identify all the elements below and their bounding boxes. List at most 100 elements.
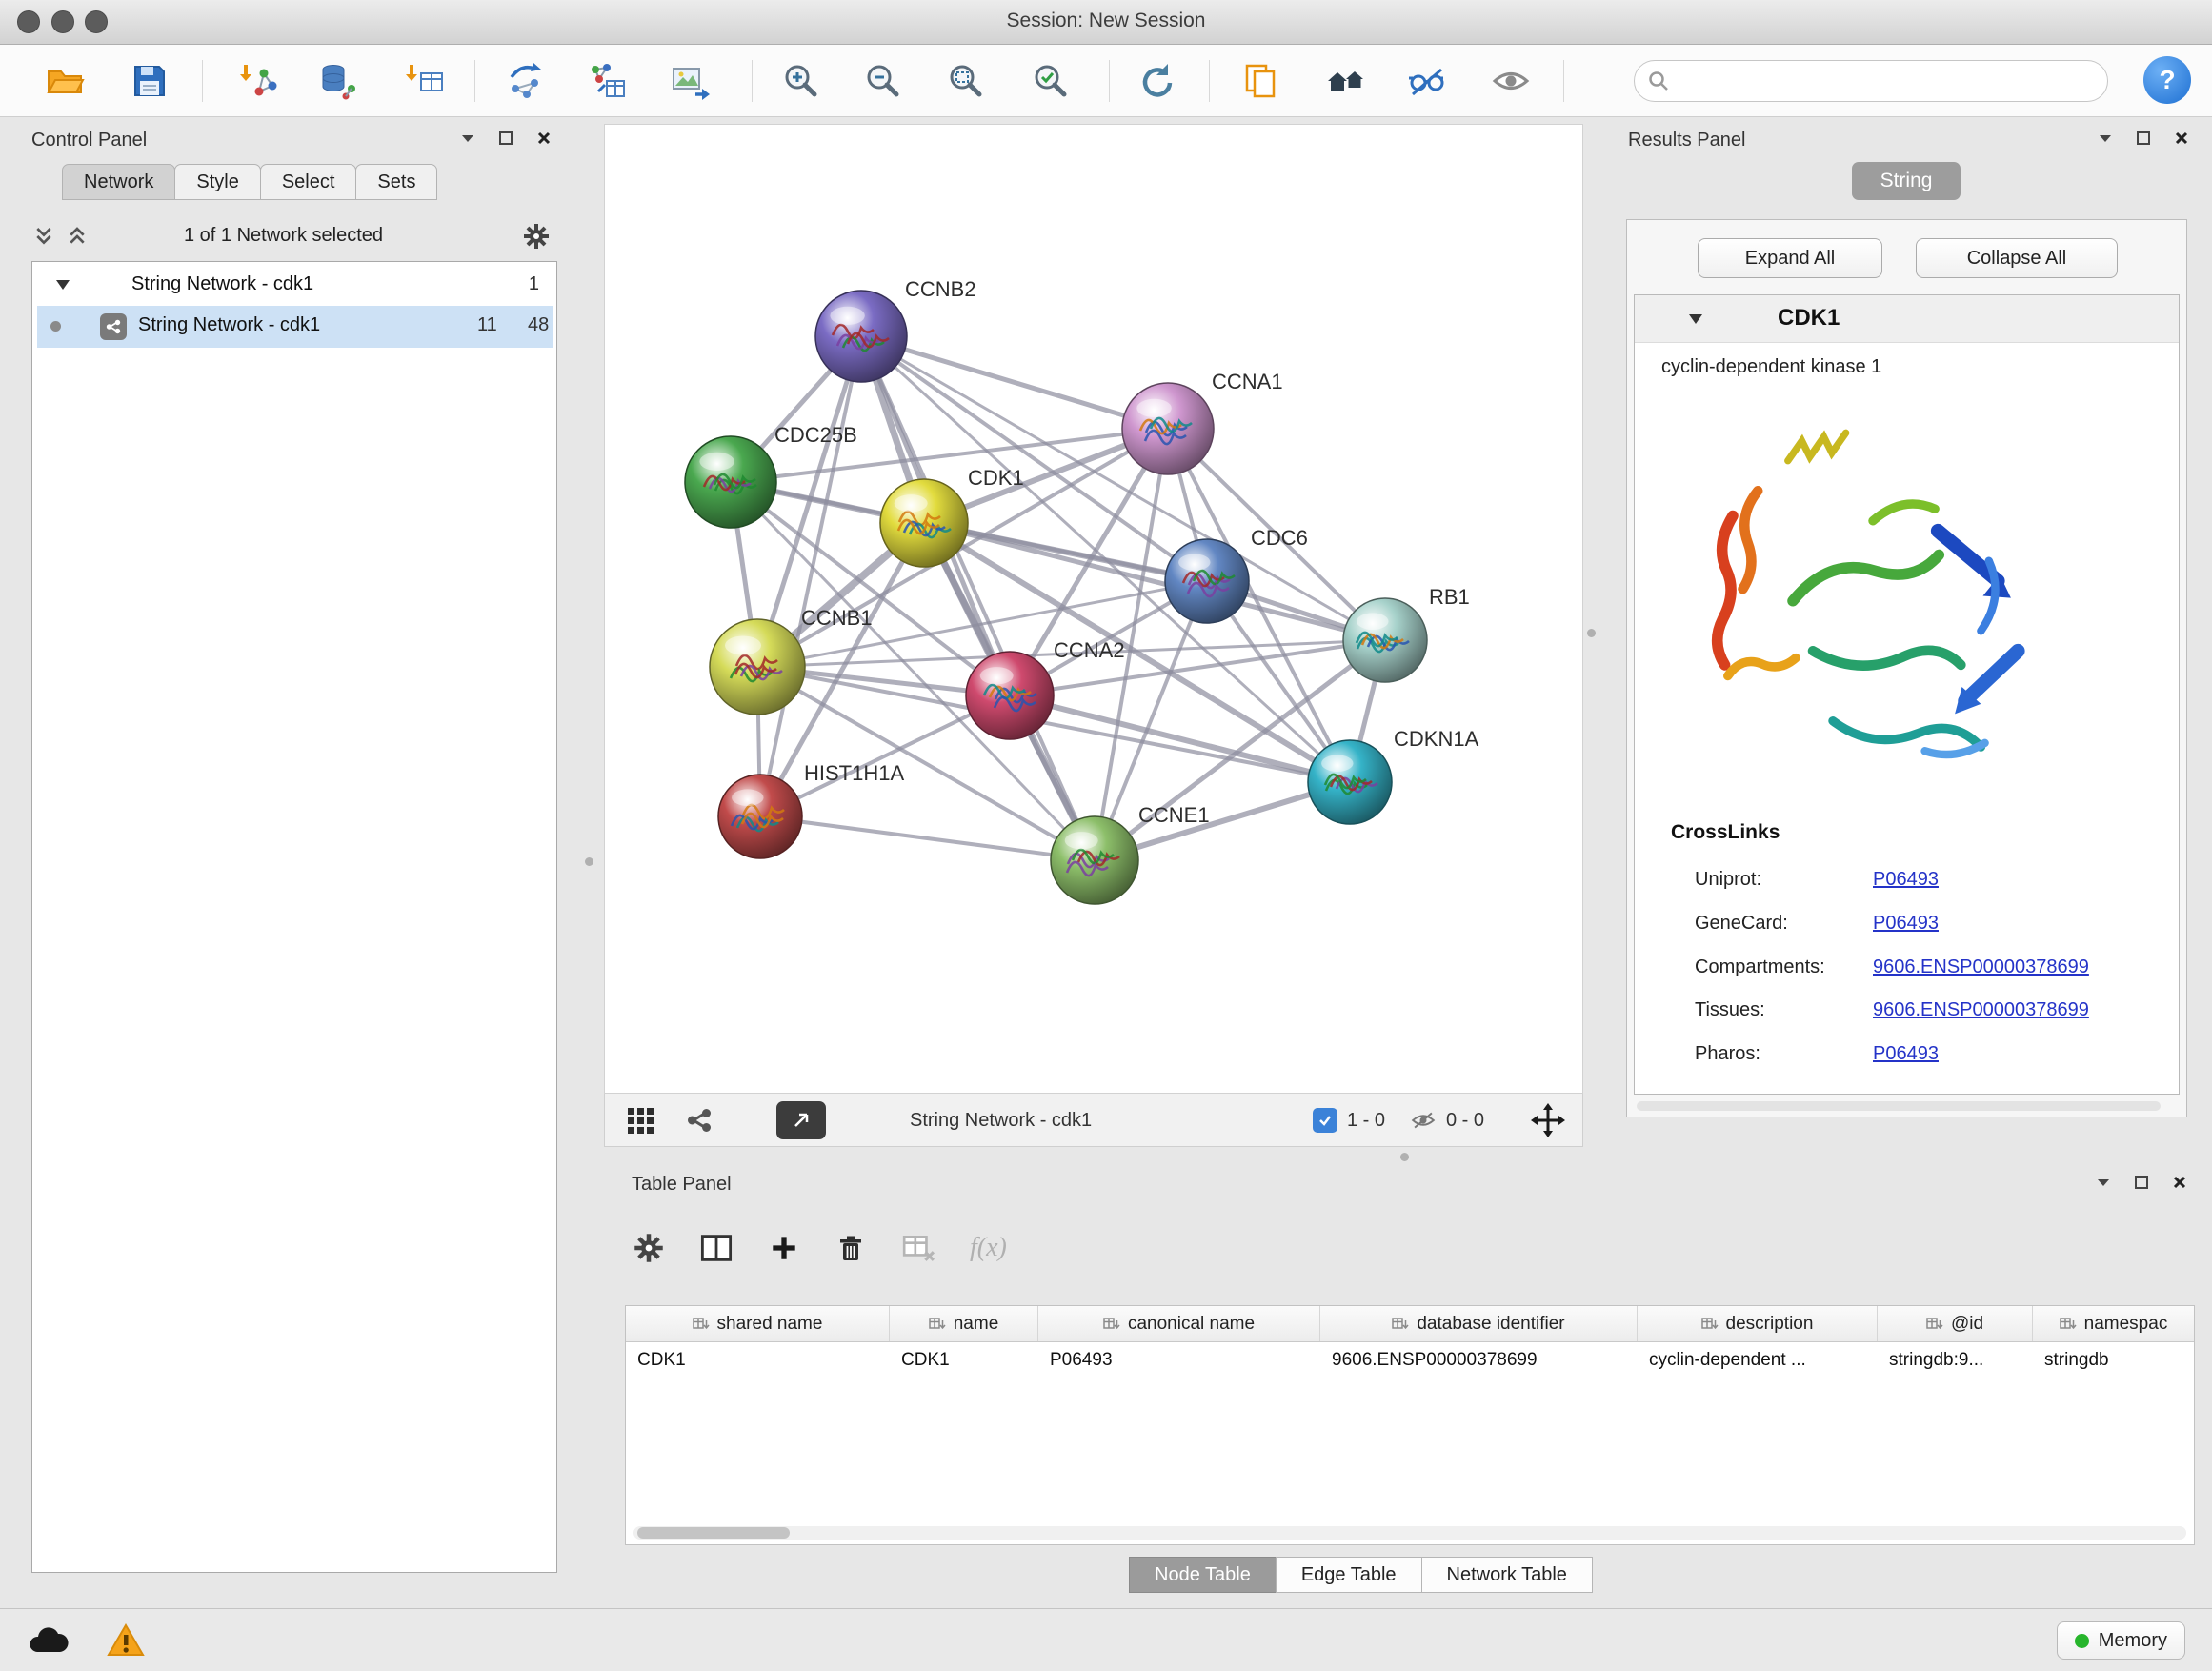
genecard-link[interactable]: P06493 (1873, 913, 1939, 935)
import-network-from-file-button[interactable] (231, 54, 285, 108)
panel-menu-icon[interactable] (459, 130, 476, 147)
export-image-button[interactable] (663, 54, 716, 108)
panel-menu-icon[interactable] (2097, 130, 2114, 147)
compartments-link[interactable]: 9606.ENSP00000378699 (1873, 956, 2089, 978)
zoom-out-button[interactable] (855, 54, 909, 108)
warning-icon[interactable] (107, 1623, 145, 1658)
delete-table-icon[interactable] (901, 1232, 935, 1264)
column-header-name[interactable]: name (890, 1306, 1038, 1341)
cell-namespace[interactable]: stringdb (2033, 1342, 2194, 1379)
column-header-canonical-name[interactable]: canonical name (1038, 1306, 1320, 1341)
show-all-button[interactable] (1484, 54, 1538, 108)
function-builder-button[interactable]: f(x) (970, 1233, 1007, 1263)
cell-description[interactable]: cyclin-dependent ... (1638, 1342, 1878, 1379)
import-network-from-database-button[interactable] (312, 54, 365, 108)
node-CCNB2[interactable]: CCNB2 (815, 277, 976, 382)
gene-section-header[interactable]: CDK1 (1635, 295, 2179, 343)
add-column-icon[interactable] (768, 1232, 800, 1264)
table-row[interactable]: CDK1 CDK1 P06493 9606.ENSP00000378699 cy… (626, 1342, 2194, 1379)
collapse-all-icon[interactable] (32, 225, 55, 248)
grid-view-button[interactable] (626, 1094, 654, 1147)
cloud-icon[interactable] (27, 1625, 69, 1656)
column-header-database-identifier[interactable]: database identifier (1320, 1306, 1638, 1341)
results-scrollbar[interactable] (1637, 1101, 2161, 1111)
network-and-table-button[interactable] (580, 54, 633, 108)
network-canvas[interactable]: CCNB2CCNA1CDC25BCDK1CDC6RB1CCNB1CCNA2CDK… (605, 125, 1582, 1093)
tab-sets[interactable]: Sets (355, 164, 437, 200)
tab-node-table[interactable]: Node Table (1129, 1557, 1277, 1593)
import-table-button[interactable] (398, 54, 452, 108)
tab-network[interactable]: Network (62, 164, 175, 200)
edge-CCNB2-HIST1H1A[interactable] (760, 336, 861, 816)
panel-menu-icon[interactable] (2095, 1174, 2112, 1191)
zoom-selected-button[interactable] (1023, 54, 1076, 108)
pan-mode-button[interactable] (1531, 1094, 1565, 1147)
show-columns-icon[interactable] (699, 1232, 734, 1264)
close-panel-icon[interactable] (2173, 130, 2190, 147)
save-session-button[interactable] (123, 54, 176, 108)
new-network-from-selection-button[interactable] (498, 54, 552, 108)
column-header-shared-name[interactable]: shared name (626, 1306, 890, 1341)
copy-button[interactable] (1234, 54, 1287, 108)
open-folder-icon (44, 60, 86, 102)
node-CDK1[interactable]: CDK1 (880, 466, 1024, 567)
node-CCNA1[interactable]: CCNA1 (1122, 370, 1283, 474)
float-panel-icon[interactable] (2133, 1174, 2150, 1191)
edge-CCNB2-CCNA1[interactable] (861, 336, 1168, 429)
splitter-handle[interactable] (585, 857, 593, 866)
search-input[interactable] (1679, 70, 2107, 92)
tab-edge-table[interactable]: Edge Table (1276, 1557, 1422, 1593)
pharos-link[interactable]: P06493 (1873, 1043, 1939, 1065)
expand-all-icon[interactable] (66, 225, 89, 248)
hide-selected-button[interactable] (1399, 54, 1453, 108)
delete-column-icon[interactable] (835, 1232, 867, 1264)
string-tab[interactable]: String (1852, 162, 1961, 200)
gear-icon[interactable] (522, 222, 551, 251)
float-panel-icon[interactable] (497, 130, 514, 147)
zoom-in-button[interactable] (774, 54, 827, 108)
cell-shared-name[interactable]: CDK1 (626, 1342, 890, 1379)
node-CDKN1A[interactable]: CDKN1A (1308, 727, 1479, 824)
edge-HIST1H1A-CCNE1[interactable] (760, 816, 1095, 860)
home-button[interactable] (1318, 54, 1372, 108)
cell-database-identifier[interactable]: 9606.ENSP00000378699 (1320, 1342, 1638, 1379)
network-view[interactable]: CCNB2CCNA1CDC25BCDK1CDC6RB1CCNB1CCNA2CDK… (604, 124, 1583, 1094)
cell-canonical-name[interactable]: P06493 (1038, 1342, 1320, 1379)
node-HIST1H1A[interactable]: HIST1H1A (718, 761, 904, 858)
tab-select[interactable]: Select (260, 164, 357, 200)
splitter-handle[interactable] (1587, 629, 1596, 637)
node-RB1[interactable]: RB1 (1343, 585, 1470, 682)
column-header-description[interactable]: description (1638, 1306, 1878, 1341)
splitter-handle[interactable] (1400, 1153, 1409, 1161)
search-box[interactable] (1634, 60, 2108, 102)
horizontal-scrollbar[interactable] (633, 1526, 2186, 1540)
tab-style[interactable]: Style (174, 164, 260, 200)
zoom-fit-button[interactable] (938, 54, 992, 108)
tissues-link[interactable]: 9606.ENSP00000378699 (1873, 999, 2089, 1021)
network-row-selected[interactable]: String Network - cdk1 11 48 (37, 306, 553, 348)
column-header-id[interactable]: @id (1878, 1306, 2033, 1341)
column-sort-icon (929, 1317, 946, 1332)
open-session-button[interactable] (38, 54, 91, 108)
float-panel-icon[interactable] (2135, 130, 2152, 147)
close-panel-icon[interactable] (2171, 1174, 2188, 1191)
disclosure-triangle-icon[interactable] (55, 278, 70, 292)
expand-all-button[interactable]: Expand All (1698, 238, 1882, 278)
uniprot-link[interactable]: P06493 (1873, 869, 1939, 891)
scrollbar-thumb[interactable] (637, 1527, 790, 1539)
close-panel-icon[interactable] (535, 130, 553, 147)
apply-layout-button[interactable] (1129, 54, 1182, 108)
memory-status-dot (2075, 1634, 2089, 1648)
tab-network-table[interactable]: Network Table (1421, 1557, 1593, 1593)
column-header-namespace[interactable]: namespac (2033, 1306, 2194, 1341)
cell-name[interactable]: CDK1 (890, 1342, 1038, 1379)
disclosure-triangle-icon[interactable] (1687, 312, 1704, 326)
memory-button[interactable]: Memory (2057, 1621, 2185, 1660)
collapse-all-button[interactable]: Collapse All (1916, 238, 2118, 278)
network-badge-button[interactable] (685, 1094, 714, 1147)
cell-id[interactable]: stringdb:9... (1878, 1342, 2033, 1379)
help-button[interactable]: ? (2143, 56, 2191, 104)
network-collection-row[interactable]: String Network - cdk1 1 (32, 266, 556, 306)
detach-view-button[interactable] (776, 1101, 826, 1139)
table-settings-gear-icon[interactable] (633, 1232, 665, 1264)
